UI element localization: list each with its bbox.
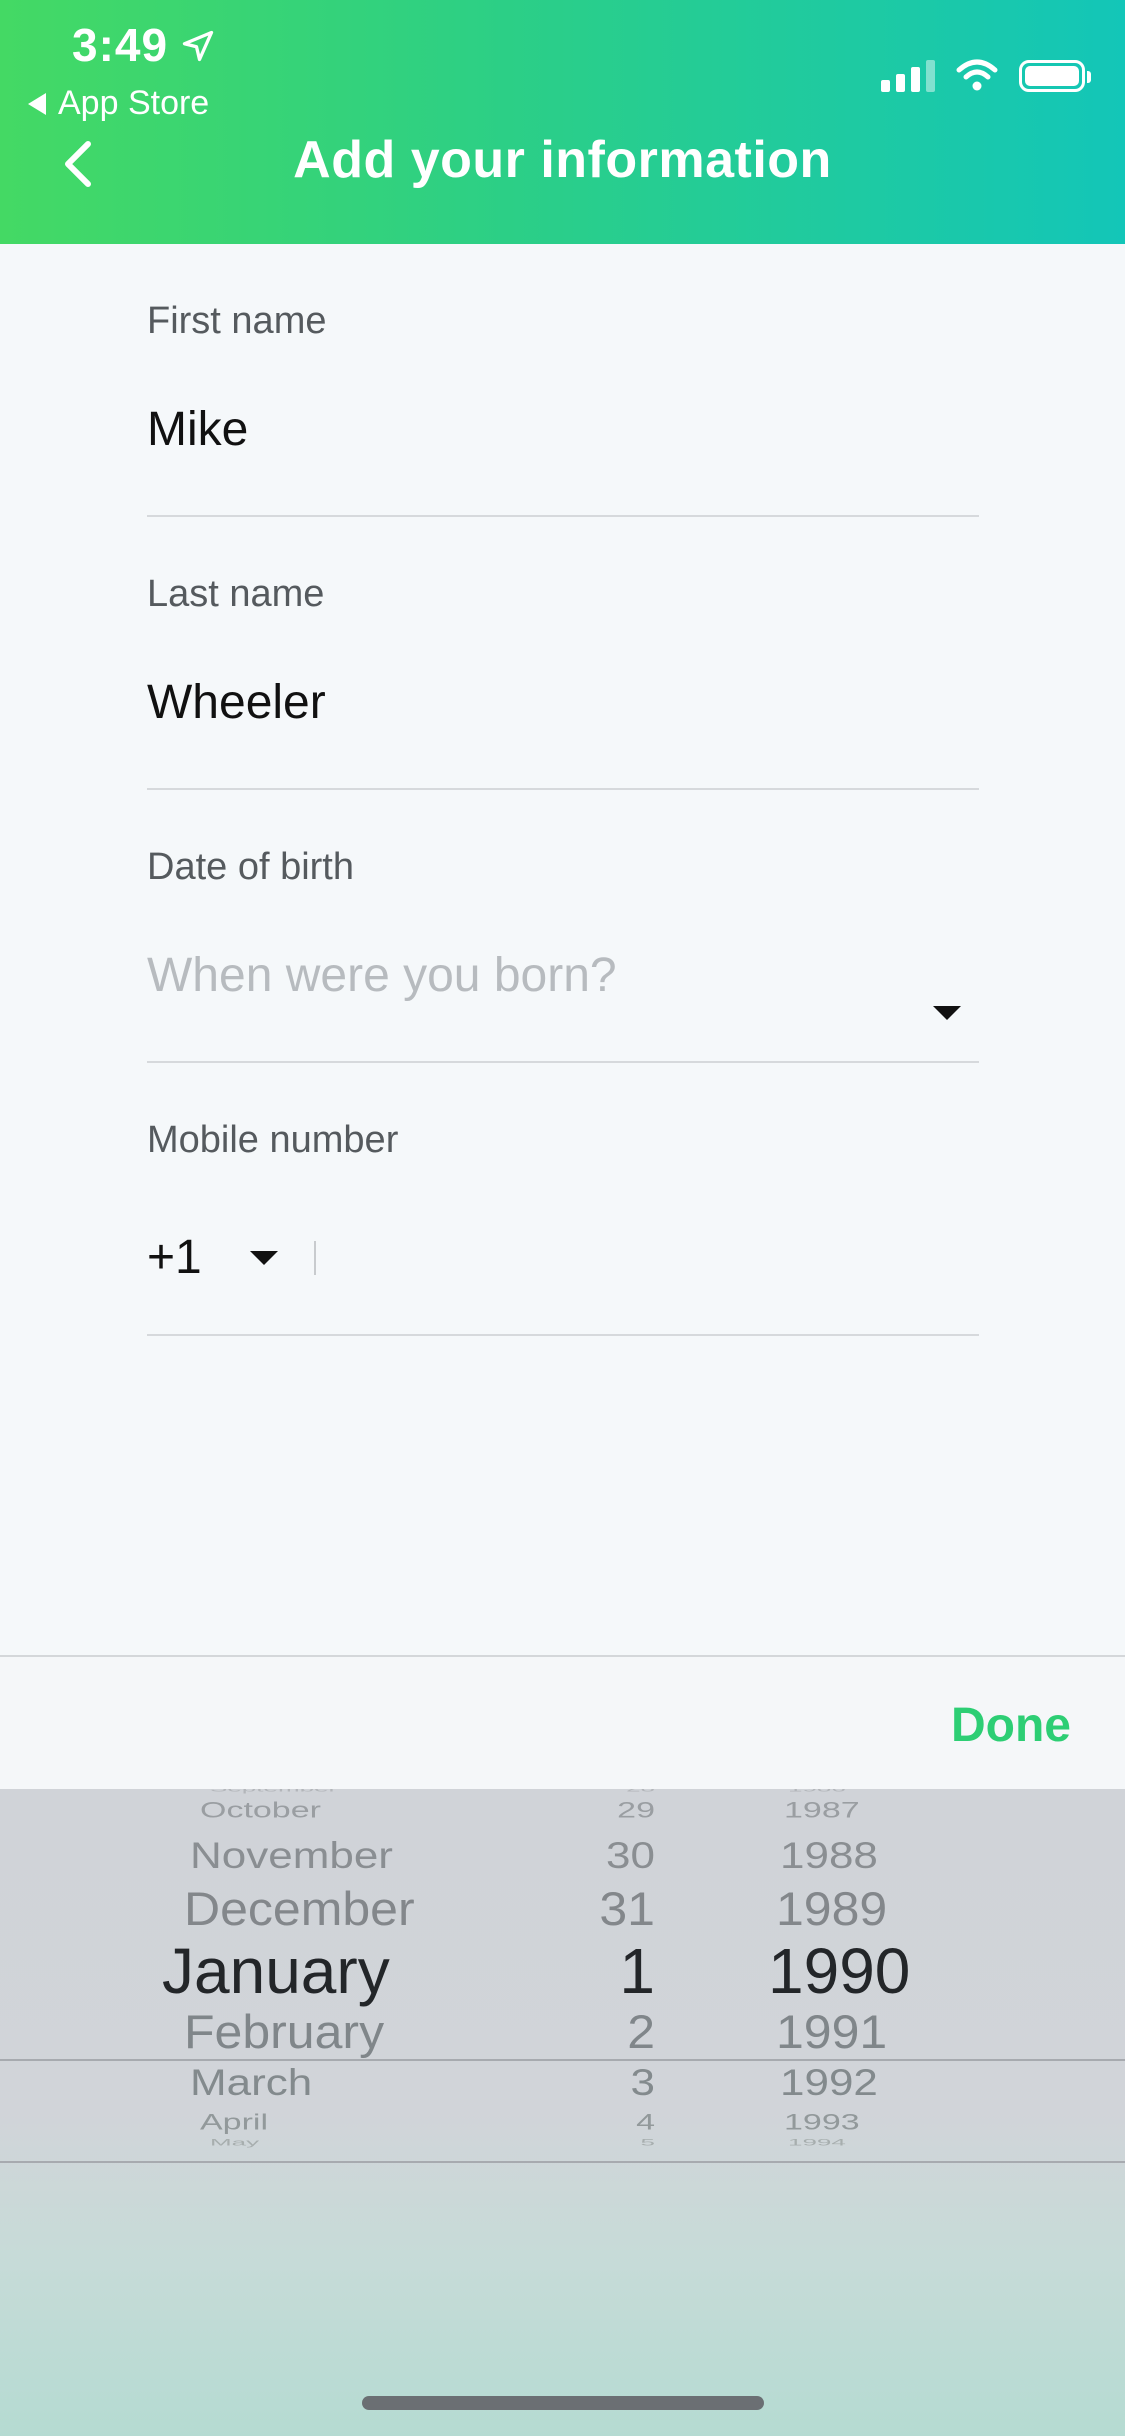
header: 3:49 App Store Add your information xyxy=(0,0,1125,244)
info-form: First name Mike Last name Wheeler Date o… xyxy=(147,244,979,1336)
picker-day-option[interactable]: 3 xyxy=(0,2061,655,2104)
country-code-chevron-down-icon[interactable] xyxy=(249,1250,278,1265)
picker-year-option[interactable]: 1991 xyxy=(776,2004,887,2059)
picker-day-option[interactable]: 5 xyxy=(0,2137,655,2148)
mobile-number-input[interactable] xyxy=(327,1229,892,1286)
mobile-number-field[interactable]: Mobile number +1 xyxy=(147,1063,979,1336)
battery-icon xyxy=(1019,60,1091,92)
picker-day-option[interactable]: 29 xyxy=(0,1797,655,1822)
mobile-number-label: Mobile number xyxy=(147,1119,399,1161)
date-of-birth-label: Date of birth xyxy=(147,846,354,888)
page-title: Add your information xyxy=(293,131,832,189)
wifi-icon xyxy=(956,59,998,91)
location-arrow-icon xyxy=(182,30,214,62)
picker-day-option[interactable]: 28 xyxy=(0,1789,655,1794)
chevron-down-icon[interactable] xyxy=(933,1006,961,1020)
back-triangle-icon xyxy=(28,92,46,115)
signal-icon xyxy=(881,58,935,92)
country-code-value[interactable]: +1 xyxy=(147,1230,202,1285)
picker-day-option[interactable]: 31 xyxy=(0,1881,655,1936)
picker-year-option[interactable]: 1993 xyxy=(784,2109,860,2134)
done-button[interactable]: Done xyxy=(945,1697,1077,1754)
picker-year-option[interactable]: 1988 xyxy=(780,1834,878,1877)
text-cursor xyxy=(313,1240,316,1275)
picker-day-option[interactable]: 2 xyxy=(0,2004,655,2059)
picker-day-option[interactable]: 30 xyxy=(0,1834,655,1877)
picker-day-option-selected[interactable]: 1 xyxy=(0,1934,655,2008)
picker-year-option[interactable]: 1987 xyxy=(784,1797,860,1822)
last-name-value[interactable]: Wheeler xyxy=(147,675,326,730)
picker-day-option[interactable]: 4 xyxy=(0,2109,655,2134)
last-name-label: Last name xyxy=(147,573,325,615)
picker-year-option[interactable]: 1992 xyxy=(780,2061,878,2104)
date-of-birth-placeholder[interactable]: When were you born? xyxy=(147,948,617,1003)
picker-year-option[interactable]: 1989 xyxy=(776,1881,887,1936)
first-name-label: First name xyxy=(147,300,327,342)
picker-toolbar: Done xyxy=(0,1655,1125,1789)
back-to-app-store[interactable]: App Store xyxy=(28,84,209,123)
status-icons xyxy=(881,52,1091,92)
last-name-field[interactable]: Last name Wheeler xyxy=(147,517,979,790)
date-of-birth-field[interactable]: Date of birth When were you born? xyxy=(147,790,979,1063)
home-indicator xyxy=(362,2396,764,2410)
status-time: 3:49 xyxy=(72,19,169,71)
date-picker[interactable]: SeptemberOctoberNovemberDecemberJanuaryF… xyxy=(0,1789,1125,2436)
first-name-field[interactable]: First name Mike xyxy=(147,244,979,517)
back-app-label: App Store xyxy=(58,84,210,122)
picker-year-option[interactable]: 1994 xyxy=(788,2137,846,2148)
phone-row: +1 xyxy=(147,1229,892,1286)
picker-year-option-selected[interactable]: 1990 xyxy=(768,1934,910,2008)
picker-year-option[interactable]: 1986 xyxy=(788,1789,846,1794)
first-name-value[interactable]: Mike xyxy=(147,402,248,457)
